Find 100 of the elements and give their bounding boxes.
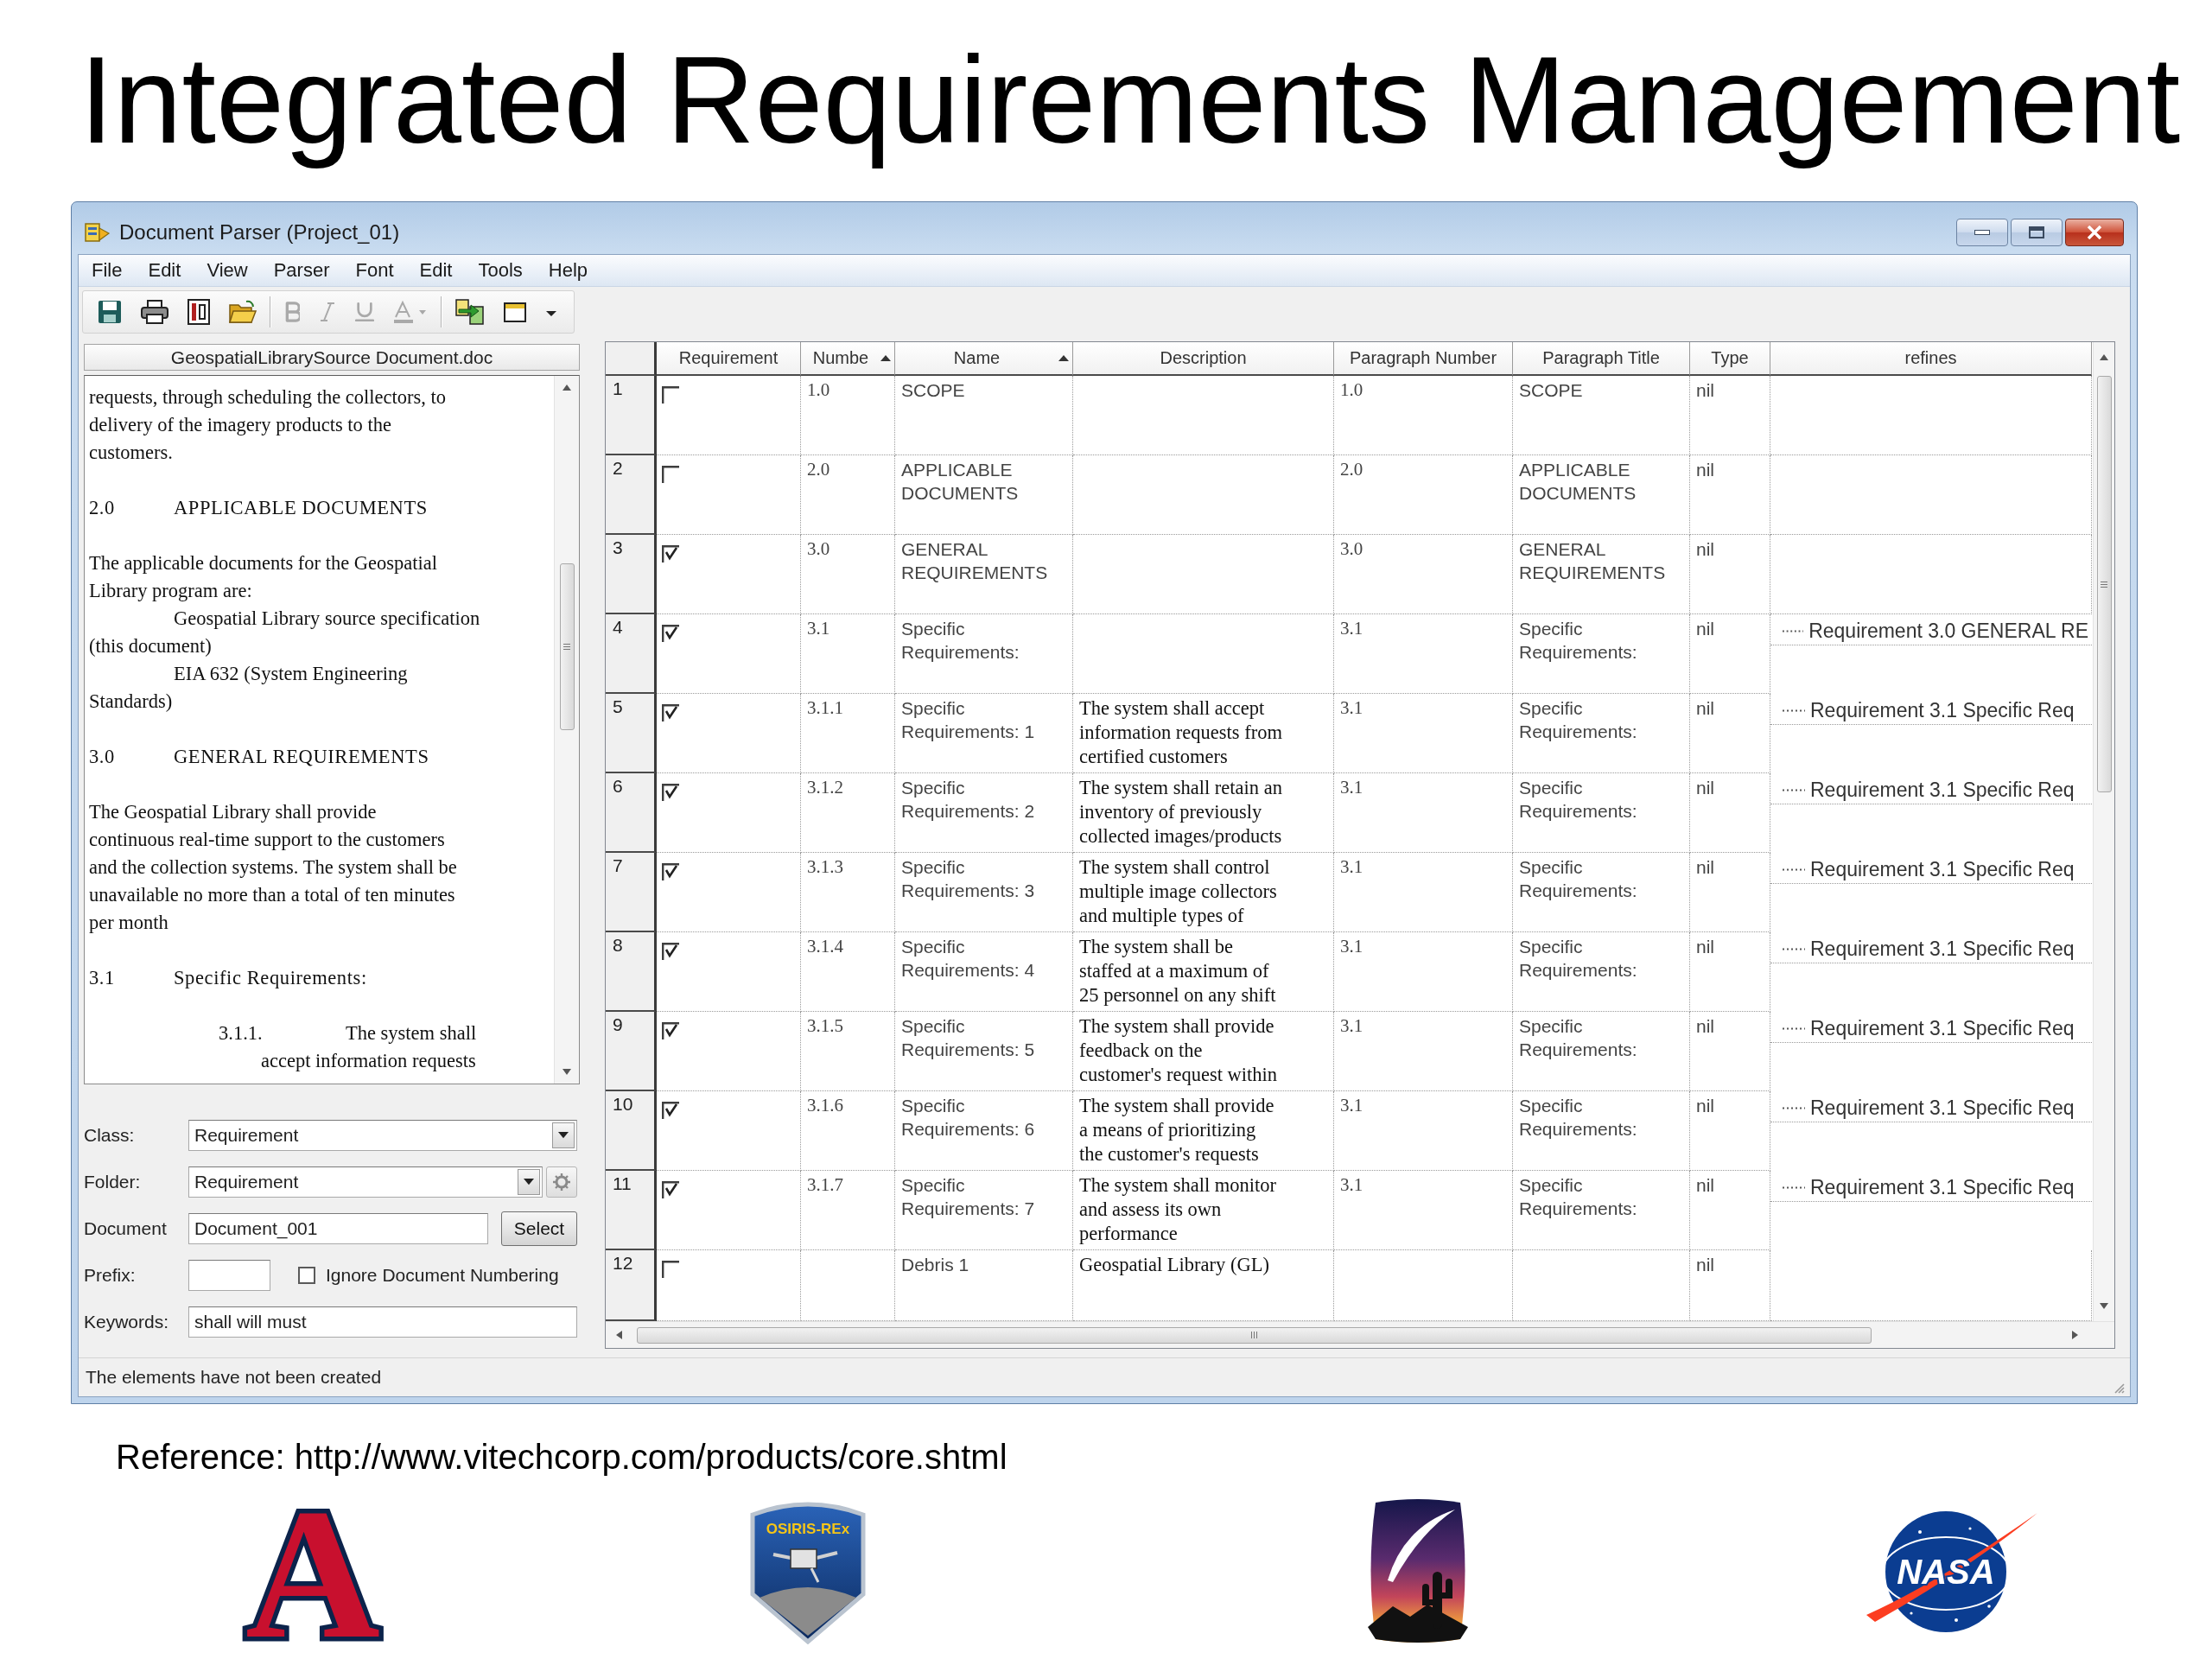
column-header[interactable]: Type: [1690, 342, 1770, 376]
minimize-button[interactable]: [1956, 219, 2008, 246]
row-header[interactable]: 1: [606, 376, 657, 455]
checkbox[interactable]: [298, 1267, 315, 1284]
block-letter-logo: A: [245, 1498, 380, 1643]
dropdown-button[interactable]: [552, 1122, 575, 1148]
table-cell: Specific Requirements:: [1513, 1171, 1690, 1250]
folder-select[interactable]: Requirement: [188, 1166, 543, 1198]
prefix-field[interactable]: [188, 1260, 270, 1291]
column-header[interactable]: Paragraph Title: [1513, 342, 1690, 376]
column-header[interactable]: Name: [895, 342, 1073, 376]
table-cell: Specific Requirements: 6: [895, 1091, 1073, 1171]
checkbox[interactable]: [662, 1181, 679, 1198]
minimize-icon: [1974, 230, 1990, 235]
vertical-scrollbar[interactable]: [2093, 342, 2114, 1321]
document-tab[interactable]: GeospatialLibrarySource Document.doc: [84, 344, 580, 371]
menu-item[interactable]: Font: [342, 255, 407, 286]
menu-item[interactable]: Help: [535, 255, 601, 286]
table-cell: The system shall accept information requests from certified customers: [1073, 694, 1334, 773]
document-paragraph: requests, through scheduling the collectors, to delivery of the imagery products to the customers.: [89, 385, 448, 465]
row-header[interactable]: 10: [606, 1091, 657, 1171]
table-cell: 3.1.2: [801, 773, 895, 853]
class-select[interactable]: Requirement: [188, 1120, 577, 1151]
section-number: 3.1.1.: [219, 1021, 264, 1046]
scrollbar-thumb[interactable]: [559, 563, 575, 730]
row-header[interactable]: 8: [606, 932, 657, 1012]
row-header[interactable]: 5: [606, 694, 657, 773]
table-cell: nil: [1690, 1171, 1770, 1250]
printer-icon[interactable]: [141, 300, 168, 324]
row-header[interactable]: 7: [606, 853, 657, 932]
dropdown-button[interactable]: [518, 1169, 540, 1195]
table-cell: nil: [1690, 535, 1770, 614]
column-header[interactable]: Paragraph Number: [1334, 342, 1513, 376]
checkbox[interactable]: [662, 784, 679, 801]
table-cell: Specific Requirements:: [1513, 1012, 1690, 1091]
scroll-down-arrow-icon[interactable]: [563, 1069, 571, 1075]
menu-item[interactable]: Tools: [465, 255, 536, 286]
column-header[interactable]: Numbe: [801, 342, 895, 376]
checkbox[interactable]: [662, 466, 679, 483]
scrollbar-thumb[interactable]: [2096, 376, 2112, 792]
scroll-right-arrow-icon[interactable]: [2072, 1331, 2078, 1339]
table-cell: APPLICABLE DOCUMENTS: [1513, 455, 1690, 535]
row-header[interactable]: 4: [606, 614, 657, 694]
document-icon[interactable]: [188, 299, 210, 325]
table-cell: Specific Requirements: 4: [895, 932, 1073, 1012]
table-cell: 3.1.4: [801, 932, 895, 1012]
table-cell: SCOPE: [895, 376, 1073, 455]
menu-item[interactable]: View: [194, 255, 261, 286]
relation-text: Requirement 3.1 Specific Req: [1810, 857, 2075, 881]
maximize-button[interactable]: [2011, 219, 2063, 246]
horizontal-scrollbar[interactable]: [606, 1321, 2114, 1348]
table-cell: Specific Requirements:: [1513, 614, 1690, 694]
slide-title: Integrated Requirements Management: [79, 30, 2181, 170]
checkbox[interactable]: [662, 704, 679, 721]
checkbox[interactable]: [662, 1102, 679, 1119]
table-cell: nil: [1690, 1091, 1770, 1171]
scroll-left-arrow-icon[interactable]: [616, 1331, 622, 1339]
checkbox[interactable]: [662, 386, 679, 404]
table-cell: nil: [1690, 614, 1770, 694]
row-header[interactable]: 11: [606, 1171, 657, 1250]
close-button[interactable]: [2065, 219, 2124, 246]
window-icon[interactable]: [504, 302, 526, 322]
checkbox[interactable]: [662, 545, 679, 563]
grip-icon: [1251, 1332, 1257, 1338]
row-header[interactable]: 12: [606, 1250, 657, 1321]
row-header[interactable]: 9: [606, 1012, 657, 1091]
relation-text: Requirement 3.1 Specific Req: [1810, 778, 2075, 802]
save-icon[interactable]: [98, 300, 122, 324]
checkbox[interactable]: [662, 1261, 679, 1278]
vertical-scrollbar[interactable]: [554, 376, 579, 1084]
window-title: Document Parser (Project_01): [119, 220, 400, 245]
column-header[interactable]: refines: [1770, 342, 2092, 376]
open-folder-icon[interactable]: [229, 300, 257, 324]
menu-item[interactable]: Edit: [135, 255, 194, 286]
checkbox[interactable]: [662, 625, 679, 642]
table-cell: 2.0: [1334, 455, 1513, 535]
scroll-down-arrow-icon[interactable]: [2100, 1303, 2108, 1309]
document-field[interactable]: Document_001: [188, 1213, 488, 1244]
scroll-up-arrow-icon[interactable]: [563, 385, 571, 391]
menu-item[interactable]: Parser: [260, 255, 343, 286]
checkbox-label[interactable]: Ignore Document Numbering: [326, 1265, 559, 1286]
dotted-leader-icon: [1783, 709, 1805, 712]
checkbox[interactable]: [662, 1022, 679, 1039]
checkbox[interactable]: [662, 943, 679, 960]
arrow-documents-icon[interactable]: [455, 299, 485, 325]
app-icon: [85, 221, 111, 244]
checkbox[interactable]: [662, 863, 679, 880]
table-cell: Specific Requirements:: [1513, 694, 1690, 773]
select-button[interactable]: Select: [501, 1211, 577, 1246]
scrollbar-thumb[interactable]: [637, 1326, 1872, 1344]
column-header[interactable]: Description: [1073, 342, 1334, 376]
scroll-up-arrow-icon[interactable]: [2100, 354, 2108, 360]
row-header[interactable]: 3: [606, 535, 657, 614]
column-header[interactable]: Requirement: [657, 342, 801, 376]
row-header[interactable]: 2: [606, 455, 657, 535]
keywords-field[interactable]: shall will must: [188, 1306, 577, 1338]
menu-item[interactable]: File: [79, 255, 136, 286]
row-header[interactable]: 6: [606, 773, 657, 853]
folder-button[interactable]: [546, 1166, 577, 1198]
menu-item[interactable]: Edit: [406, 255, 466, 286]
